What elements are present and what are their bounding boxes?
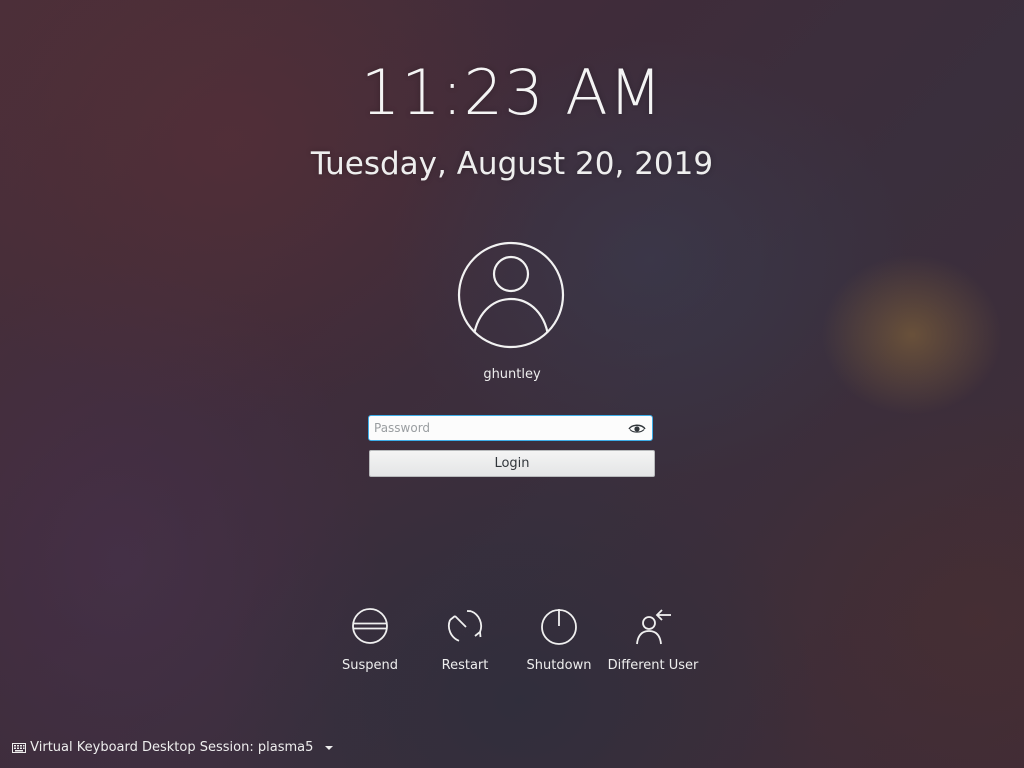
power-icon	[541, 609, 577, 645]
clock-date: Tuesday, August 20, 2019	[310, 146, 714, 182]
session-label: Desktop Session: plasma5	[142, 740, 314, 755]
virtual-keyboard-button[interactable]: Virtual Keyboard	[12, 740, 138, 755]
password-input[interactable]	[369, 416, 624, 440]
dropdown-arrow-icon	[324, 745, 333, 750]
clock-time: 11:23 AM	[360, 56, 664, 129]
virtual-keyboard-label: Virtual Keyboard	[30, 740, 138, 755]
restart-icon	[447, 610, 483, 642]
login-button[interactable]: Login	[369, 450, 655, 477]
suspend-button[interactable]: Suspend	[315, 606, 425, 673]
eye-icon[interactable]	[628, 421, 646, 435]
different-user-label: Different User	[607, 658, 699, 673]
password-field[interactable]	[368, 415, 653, 441]
keyboard-icon	[12, 742, 26, 753]
username-label: ghuntley	[483, 367, 541, 382]
session-selector[interactable]: Desktop Session: plasma5	[142, 740, 336, 755]
different-user-button[interactable]: Different User	[598, 606, 708, 673]
user-avatar-icon[interactable]	[455, 239, 567, 351]
suspend-label: Suspend	[341, 658, 398, 673]
switch-user-icon	[636, 609, 671, 645]
suspend-icon	[352, 608, 388, 644]
